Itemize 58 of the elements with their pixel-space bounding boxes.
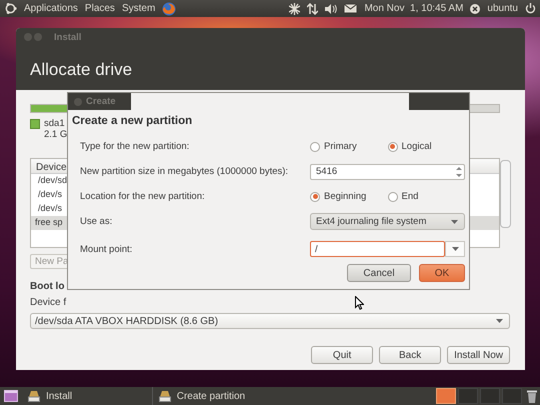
partition-size: 2.1 G [44,129,68,140]
dialog-title: Create [86,96,116,107]
transfer-arrows-icon[interactable] [307,2,318,14]
trash-icon[interactable] [527,390,538,402]
size-spin-field[interactable]: 5416 [310,164,465,180]
titlebar-fragment [409,93,469,110]
dialog-button[interactable]: Cancel [347,264,411,282]
caret-icon [496,319,503,323]
ubuntu-logo-icon[interactable] [4,2,17,15]
workspace-switcher[interactable] [502,388,522,404]
wizard-button[interactable]: Back [379,346,442,364]
panel-menu[interactable]: Places [84,3,115,14]
radio-button[interactable] [388,142,398,152]
page-heading: Allocate drive [30,60,132,80]
workspace-switcher[interactable] [458,388,478,404]
field-label: Use as: [80,216,114,227]
power-icon[interactable] [525,3,536,14]
scrollbar[interactable] [500,160,511,228]
field-label: Location for the new partition: [80,191,206,202]
field-label: Mount point: [80,244,134,254]
wizard-button[interactable]: Install Now [447,346,510,364]
mount-point-field[interactable]: / [310,241,445,257]
volume-icon[interactable] [325,4,338,14]
workspace-switcher[interactable] [480,388,500,404]
section-heading: Boot lo [30,281,66,292]
task-button[interactable]: Install [22,387,152,405]
drive-icon [158,390,171,402]
dialog-button[interactable]: OK [419,264,465,282]
panel-menu[interactable]: Applications [24,3,78,14]
use-as-dropdown[interactable]: Ext4 journaling file system [310,213,465,230]
radio-label: Primary [324,141,357,152]
radio-button[interactable] [310,192,320,202]
user-name[interactable]: ubuntu [487,3,518,14]
drive-icon [28,390,40,402]
spin-arrows-icon[interactable] [456,166,462,178]
radio-button[interactable] [310,142,320,152]
window-title: Install [54,32,82,43]
radio-label: End [402,191,418,202]
field-label: Type for the new partition: [80,141,190,152]
radio-label: Logical [402,141,432,152]
dialog-heading: Create a new partition [72,115,194,127]
browser-icon[interactable] [162,2,176,16]
clock[interactable]: Mon Nov 1, 10:45 AM [364,3,464,14]
device-dropdown[interactable]: /dev/sda ATA VBOX HARDDISK (8.6 GB) [30,313,510,329]
wizard-button[interactable]: Quit [311,346,374,364]
panel-menu[interactable]: System [122,3,156,14]
radio-button[interactable] [388,192,398,202]
dropdown-button[interactable] [445,241,465,257]
show-desktop-icon[interactable] [4,390,18,402]
user-icon[interactable] [470,4,480,14]
cursor-icon [355,296,364,310]
field-label: New partition size in megabytes (1000000 bytes): [80,166,290,177]
field-label: Device f [30,297,66,308]
partition-name: sda1 [44,118,66,129]
mail-icon[interactable] [344,4,358,13]
caret-icon [451,220,458,224]
radio-label: Beginning [324,191,366,202]
workspace-switcher[interactable] [436,388,456,404]
